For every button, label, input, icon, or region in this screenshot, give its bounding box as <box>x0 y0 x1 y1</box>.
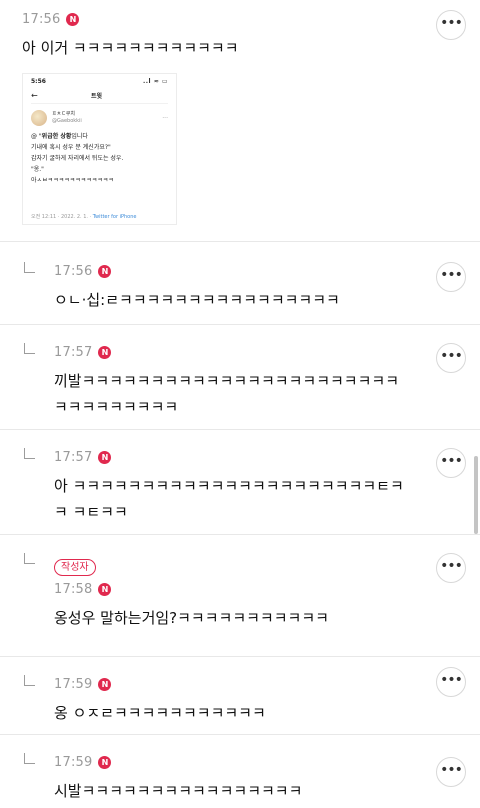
reply-time: 17:58 <box>54 581 93 597</box>
main-comment: 17:56 N 아 이거 ㅋㅋㅋㅋㅋㅋㅋㅋㅋㅋㅋㅋ 5:56 ..l ≈ ▭ ←… <box>0 0 480 242</box>
reply-text: 옹성우 말하는거임?ㅋㅋㅋㅋㅋㅋㅋㅋㅋㅋㅋ <box>54 609 329 627</box>
more-options-button[interactable]: ••• <box>436 757 466 787</box>
tweet-status-time: 5:56 <box>31 78 46 85</box>
reply-item: 작성자 17:58 N 옹성우 말하는거임?ㅋㅋㅋㅋㅋㅋㅋㅋㅋㅋㅋ ••• <box>0 535 480 657</box>
avatar <box>31 110 47 126</box>
reply-arrow-icon <box>24 343 35 354</box>
more-icon: ••• <box>440 347 463 364</box>
more-icon: ••• <box>440 14 463 31</box>
reply-meta: 17:57 N <box>54 343 410 361</box>
reply-text: 끼발ㅋㅋㅋㅋㅋㅋㅋㅋㅋㅋㅋㅋㅋㅋㅋㅋㅋㅋㅋㅋㅋㅋㅋ ㅋㅋㅋㅋㅋㅋㅋㅋㅋ <box>54 372 400 416</box>
new-badge: N <box>98 582 112 596</box>
tweet-user-handle: @Gaebokkii <box>52 118 82 124</box>
more-icon: ••• <box>440 452 463 469</box>
tweet-line-2: 기내에 혹시 성우 분 계신가요?" <box>31 144 111 151</box>
reply-arrow-icon <box>24 262 35 273</box>
scrollbar[interactable] <box>474 456 478 534</box>
tweet-user-name: ㅍㅊㄷ쿠치 <box>52 111 76 117</box>
tweet-user: ㅍㅊㄷ쿠치 @Gaebokkii ··· <box>31 110 168 126</box>
new-badge: N <box>98 264 112 278</box>
reply-time: 17:59 <box>54 754 93 770</box>
new-badge: N <box>98 677 112 691</box>
tweet-status-bar: 5:56 ..l ≈ ▭ <box>31 78 168 88</box>
tweet-line-3: 갑자기 굴하게 자리에서 뒤도는 성우. <box>31 155 124 162</box>
tweet-line-4: "옹." <box>31 166 44 173</box>
reply-item: 17:57 N 끼발ㅋㅋㅋㅋㅋㅋㅋㅋㅋㅋㅋㅋㅋㅋㅋㅋㅋㅋㅋㅋㅋㅋㅋ ㅋㅋㅋㅋㅋㅋ… <box>0 325 480 430</box>
reply-arrow-icon <box>24 448 35 459</box>
new-badge: N <box>98 450 112 464</box>
reply-text: 아 ㅋㅋㅋㅋㅋㅋㅋㅋㅋㅋㅋㅋㅋㅋㅋㅋㅋㅋㅋㅋㅋㅋㅌㅋㅋ ㅋㅌㅋㅋ <box>54 477 404 521</box>
new-badge: N <box>66 12 80 26</box>
attached-image[interactable]: 5:56 ..l ≈ ▭ ← 트윗 ㅍㅊㄷ쿠치 @Gaebokkii ··· @… <box>22 73 177 225</box>
reply-time: 17:56 <box>54 263 93 279</box>
more-options-button[interactable]: ••• <box>436 343 466 373</box>
reply-meta: 17:58 N <box>54 580 410 598</box>
tweet-footer: 오전 12:11 · 2022. 2. 1. · Twitter for iPh… <box>31 214 137 220</box>
new-badge: N <box>98 755 112 769</box>
more-options-button[interactable]: ••• <box>436 667 466 697</box>
more-icon: ••• <box>440 671 463 688</box>
more-options-button[interactable]: ••• <box>436 10 466 40</box>
back-arrow-icon: ← <box>31 91 38 100</box>
comment-meta: 17:56 N <box>22 10 410 28</box>
reply-time: 17:59 <box>54 676 93 692</box>
reply-arrow-icon <box>24 753 35 764</box>
tweet-line-5: 아ㅅㅂㅋㅋㅋㅋㅋㅋㅋㅋㅋㅋㅋㅋ <box>31 177 114 184</box>
reply-item: 17:57 N 아 ㅋㅋㅋㅋㅋㅋㅋㅋㅋㅋㅋㅋㅋㅋㅋㅋㅋㅋㅋㅋㅋㅋㅌㅋㅋ ㅋㅌㅋㅋ… <box>0 430 480 535</box>
reply-meta: 17:59 N <box>54 753 410 771</box>
reply-item: 17:59 N 옹 ㅇㅈㄹㅋㅋㅋㅋㅋㅋㅋㅋㅋㅋㅋ ••• <box>0 657 480 735</box>
tweet-page-title: 트윗 <box>91 93 103 100</box>
tweet-status-icons: ..l ≈ ▭ <box>143 78 168 85</box>
comment-text: 아 이거 ㅋㅋㅋㅋㅋㅋㅋㅋㅋㅋㅋㅋ <box>22 39 239 57</box>
reply-meta: 17:57 N <box>54 448 410 466</box>
more-icon: ••• <box>440 761 463 778</box>
tweet-body: @ "위급한 상황입니다 기내에 혹시 성우 분 계신가요?" 갑자기 굴하게 … <box>31 132 168 185</box>
reply-arrow-icon <box>24 553 35 564</box>
more-options-button[interactable]: ••• <box>436 262 466 292</box>
comment-time: 17:56 <box>22 11 61 27</box>
reply-text: ㅇㄴ·십:ㄹㅋㅋㅋㅋㅋㅋㅋㅋㅋㅋㅋㅋㅋㅋㅋㅋ <box>54 291 340 309</box>
reply-item: 17:56 N ㅇㄴ·십:ㄹㅋㅋㅋㅋㅋㅋㅋㅋㅋㅋㅋㅋㅋㅋㅋㅋ ••• <box>0 242 480 325</box>
reply-time: 17:57 <box>54 449 93 465</box>
reply-text: 옹 ㅇㅈㄹㅋㅋㅋㅋㅋㅋㅋㅋㅋㅋㅋ <box>54 704 266 722</box>
reply-meta: 17:56 N <box>54 262 410 280</box>
author-badge: 작성자 <box>54 559 96 576</box>
more-icon: ••• <box>440 557 463 574</box>
more-icon: ••• <box>440 266 463 283</box>
new-badge: N <box>98 345 112 359</box>
reply-meta: 17:59 N <box>54 675 410 693</box>
reply-arrow-icon <box>24 675 35 686</box>
reply-item: 17:59 N 시발ㅋㅋㅋㅋㅋㅋㅋㅋㅋㅋㅋㅋㅋㅋㅋㅋ ••• <box>0 735 480 808</box>
reply-time: 17:57 <box>54 344 93 360</box>
more-options-button[interactable]: ••• <box>436 553 466 583</box>
tweet-more-icon: ··· <box>162 114 168 122</box>
tweet-line-1: @ "위급한 상황입니다 <box>31 133 88 140</box>
reply-text: 시발ㅋㅋㅋㅋㅋㅋㅋㅋㅋㅋㅋㅋㅋㅋㅋㅋ <box>54 782 303 800</box>
tweet-nav: ← 트윗 <box>31 88 168 104</box>
more-options-button[interactable]: ••• <box>436 448 466 478</box>
